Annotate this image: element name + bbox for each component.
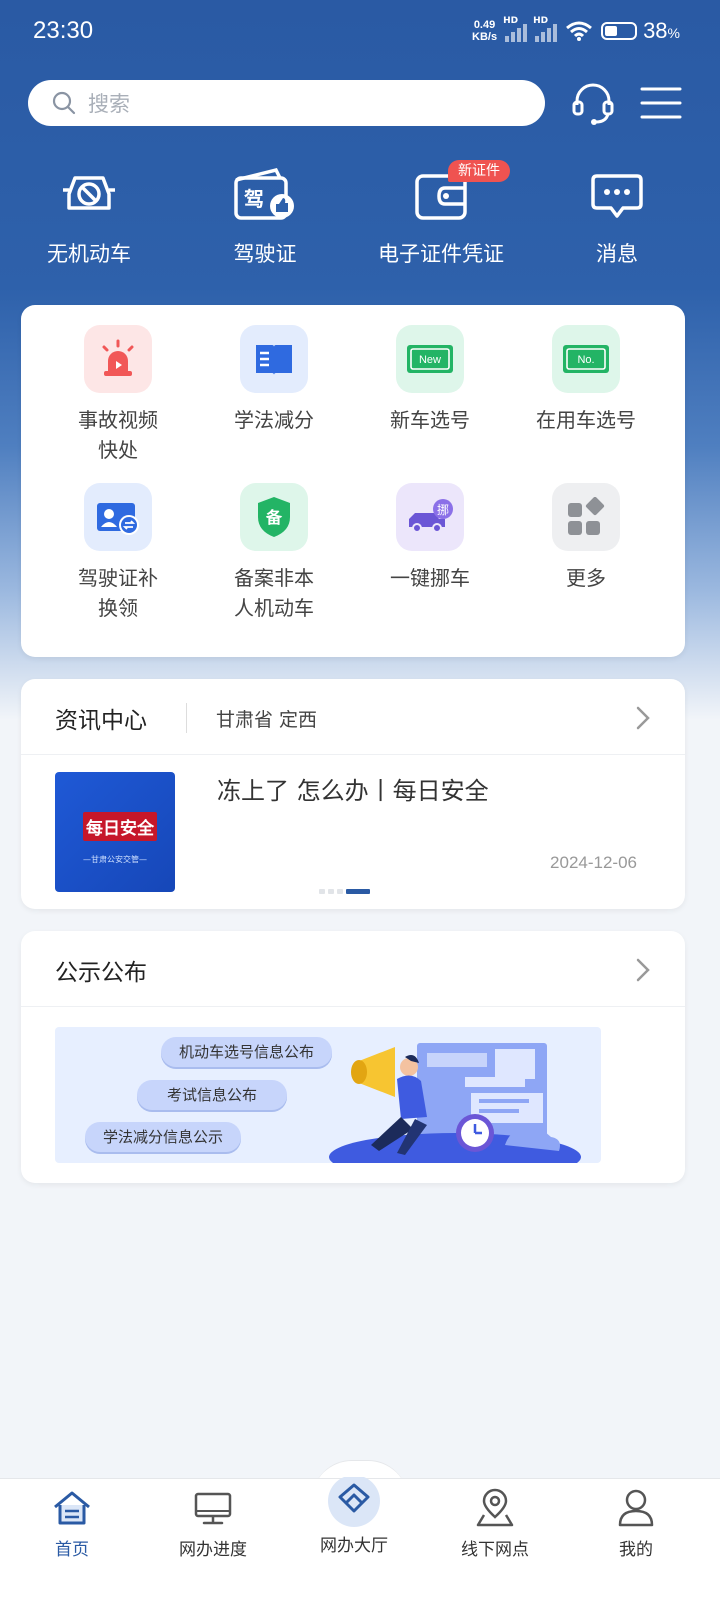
- status-time: 23:30: [33, 17, 94, 44]
- news-card: 资讯中心 甘肃省 定西 每日安全 —甘肃公安交管— 冻上了 怎么办丨每日安全 2…: [21, 679, 685, 909]
- news-thumbnail: 每日安全 —甘肃公安交管—: [55, 772, 175, 892]
- alarm-icon: [84, 325, 152, 393]
- svg-text:New: New: [419, 354, 441, 366]
- quick-access-row: 无机动车 驾 驾驶证 电子证件凭证 新证件 消息: [0, 160, 720, 280]
- megaphone-illustration: [329, 1043, 581, 1163]
- service-study-points[interactable]: 学法减分: [196, 325, 352, 435]
- license-icon: 驾: [234, 167, 294, 220]
- service-used-plate[interactable]: No. 在用车选号: [508, 325, 664, 435]
- service-license-renew[interactable]: 驾驶证补 换领: [40, 483, 196, 623]
- news-title: 资讯中心: [55, 708, 147, 734]
- search-input[interactable]: 搜索: [28, 80, 545, 126]
- no-plate-icon: No.: [552, 325, 620, 393]
- hall-icon: [328, 1477, 380, 1527]
- carousel-dot: [337, 889, 343, 894]
- notice-pill[interactable]: 考试信息公布: [137, 1080, 288, 1110]
- nav-progress[interactable]: 网办进度: [141, 1487, 285, 1560]
- region-label[interactable]: 甘肃省 定西: [216, 705, 317, 732]
- notice-title: 公示公布: [55, 960, 147, 986]
- shield-icon: 备: [240, 483, 308, 551]
- svg-text:No.: No.: [577, 354, 594, 366]
- carousel-dot: [328, 889, 334, 894]
- services-card: 事故视频 快处 学法减分 New 新车选号 No. 在用车选号 驾驶证补 换领 …: [21, 305, 685, 657]
- wifi-icon: [566, 21, 593, 41]
- chevron-right-icon[interactable]: [635, 957, 651, 983]
- service-move-car[interactable]: 挪 一键挪车: [352, 483, 508, 593]
- move-car-icon: 挪: [396, 483, 464, 551]
- notice-pill[interactable]: 机动车选号信息公布: [161, 1037, 333, 1067]
- carousel-dot-active: [346, 889, 370, 894]
- service-more[interactable]: 更多: [508, 483, 664, 593]
- user-icon: [618, 1489, 654, 1527]
- news-header[interactable]: 资讯中心 甘肃省 定西: [21, 679, 685, 755]
- nav-mine[interactable]: 我的: [564, 1487, 708, 1560]
- service-register-vehicle[interactable]: 备 备案非本 人机动车: [196, 483, 352, 623]
- carousel-indicator: [319, 889, 370, 894]
- divider: [186, 703, 187, 733]
- search-icon: [52, 91, 76, 115]
- service-accident-video[interactable]: 事故视频 快处: [40, 325, 196, 465]
- news-item-title: 冻上了 怎么办丨每日安全: [217, 777, 489, 805]
- carousel-dot: [319, 889, 325, 894]
- battery: 38%: [601, 18, 680, 44]
- network-speed: 0.49 KB/s: [472, 19, 498, 43]
- news-item-date: 2024-12-06: [550, 853, 637, 872]
- chevron-right-icon[interactable]: [635, 705, 651, 731]
- nav-home[interactable]: 首页: [0, 1487, 144, 1560]
- bottom-navigation: 首页 网办进度 网办大厅 线下网点 我的: [0, 1477, 720, 1600]
- no-vehicle-icon: [63, 176, 115, 210]
- notice-card: 公示公布 机动车选号信息公布 考试信息公布 学法减分信息公示: [21, 931, 685, 1183]
- signal-icon: HD: [503, 16, 528, 42]
- svg-text:挪: 挪: [437, 503, 449, 517]
- quick-item-no-vehicle[interactable]: 无机动车: [4, 160, 174, 268]
- battery-icon: [601, 22, 638, 40]
- more-icon: [552, 483, 620, 551]
- message-icon: [591, 174, 643, 218]
- license-renew-icon: [84, 483, 152, 551]
- book-icon: [240, 325, 308, 393]
- notice-banner[interactable]: 机动车选号信息公布 考试信息公布 学法减分信息公示: [55, 1027, 601, 1163]
- search-placeholder: 搜索: [88, 92, 130, 116]
- signal-icon: HD: [533, 16, 558, 42]
- home-icon: [54, 1491, 90, 1525]
- new-certificate-badge: 新证件: [448, 160, 510, 182]
- svg-text:备: 备: [265, 508, 283, 527]
- menu-icon[interactable]: [638, 80, 684, 126]
- service-new-plate[interactable]: New 新车选号: [352, 325, 508, 435]
- nav-hall[interactable]: 网办大厅: [282, 1477, 426, 1556]
- monitor-icon: [194, 1492, 232, 1525]
- notice-header[interactable]: 公示公布: [21, 931, 685, 1007]
- new-plate-icon: New: [396, 325, 464, 393]
- nav-offline-points[interactable]: 线下网点: [423, 1487, 567, 1560]
- svg-text:驾: 驾: [244, 187, 264, 211]
- quick-item-messages[interactable]: 消息: [532, 160, 702, 268]
- quick-item-license[interactable]: 驾 驾驶证: [180, 160, 350, 268]
- status-bar: 23:30 0.49 KB/s HD HD 38%: [0, 0, 720, 64]
- customer-service-icon[interactable]: [570, 80, 616, 126]
- notice-pill[interactable]: 学法减分信息公示: [85, 1122, 242, 1152]
- location-icon: [476, 1488, 514, 1527]
